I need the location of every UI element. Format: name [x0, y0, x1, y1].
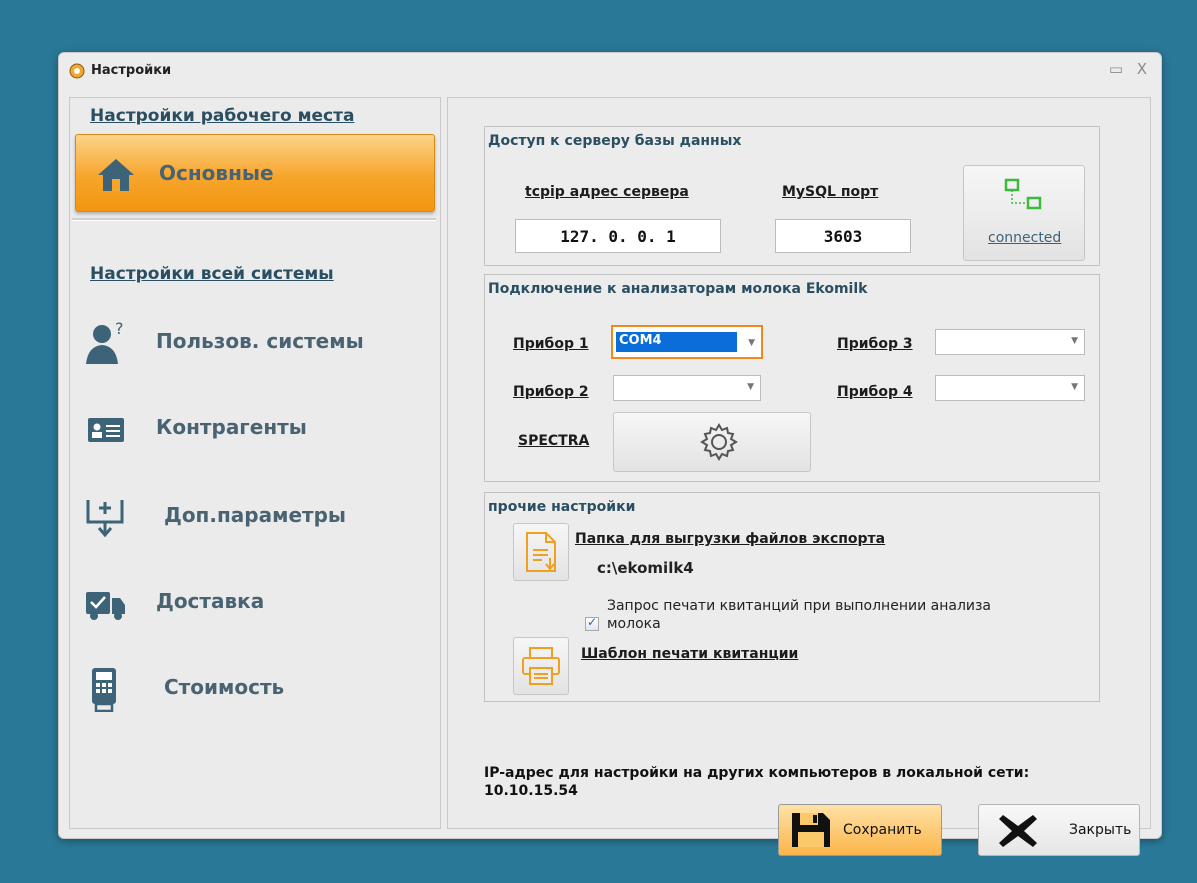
db-server-group-title: Доступ к серверу базы данных [488, 133, 742, 149]
close-x-icon [999, 815, 1037, 847]
sidebar-item-extra-params-label: Доп.параметры [164, 503, 347, 527]
print-template-button[interactable] [513, 637, 569, 695]
print-template-link[interactable]: Шаблон печати квитанции [581, 646, 798, 662]
gear-icon [700, 423, 738, 461]
device-3-select[interactable]: ▼ [935, 329, 1085, 355]
window-title: Настройки [91, 63, 172, 78]
connection-status-label: connected [988, 230, 1062, 246]
ip-address-field[interactable]: 127. 0. 0. 1 [515, 219, 721, 253]
export-folder-link[interactable]: Папка для выгрузки файлов экспорта [575, 531, 885, 547]
device-4-select[interactable]: ▼ [935, 375, 1085, 401]
mysql-port-label: MySQL порт [782, 184, 879, 200]
spectra-label: SPECTRA [518, 433, 590, 449]
floppy-disk-icon [792, 813, 830, 847]
settings-window: Настройки ▭ X Настройки рабочего места О… [58, 52, 1162, 856]
other-settings-group-title: прочие настройки [488, 499, 636, 515]
title-bar[interactable]: Настройки ▭ X [59, 53, 1161, 87]
device-2-select[interactable]: ▼ [613, 375, 761, 401]
device-3-label: Прибор 3 [837, 336, 913, 352]
connection-status-button[interactable]: connected [963, 165, 1085, 261]
sidebar-item-main-label: Основные [159, 161, 274, 185]
contact-card-icon [88, 418, 124, 442]
minimize-button[interactable]: ▭ [1109, 60, 1123, 78]
analyzers-group: Подключение к анализаторам молока Ekomil… [484, 274, 1100, 482]
sidebar: Настройки рабочего места Основные Настро… [69, 97, 441, 829]
home-icon [98, 159, 134, 191]
device-4-label: Прибор 4 [837, 384, 913, 400]
sidebar-item-users[interactable]: ? Пользов. системы [70, 312, 438, 372]
device-2-label: Прибор 2 [513, 384, 589, 400]
close-window-button[interactable]: X [1137, 60, 1147, 78]
printer-icon [522, 647, 560, 685]
db-server-group: Доступ к серверу базы данных tcpip адрес… [484, 126, 1100, 266]
analyzers-group-title: Подключение к анализаторам молока Ekomil… [488, 281, 868, 297]
svg-text:?: ? [115, 320, 124, 338]
checkmark-icon: ✓ [587, 615, 598, 629]
document-download-icon [526, 532, 556, 572]
save-button[interactable]: Сохранить [778, 804, 942, 856]
sidebar-item-delivery[interactable]: Доставка [70, 572, 438, 632]
chevron-down-icon: ▼ [1071, 336, 1078, 346]
chevron-down-icon: ▼ [748, 338, 755, 348]
local-ip-info: IP-адрес для настройки на других компьют… [484, 765, 1030, 799]
sidebar-item-cost[interactable]: Стоимость [70, 658, 438, 718]
sidebar-item-contractors[interactable]: Контрагенты [70, 398, 438, 458]
sidebar-item-cost-label: Стоимость [164, 675, 285, 699]
device-1-select[interactable]: COM4 ▼ [611, 325, 763, 359]
export-folder-path: c:\ekomilk4 [597, 559, 694, 577]
print-request-label: Запрос печати квитанций при выполнении а… [607, 598, 992, 632]
settings-gear-icon [69, 63, 85, 79]
mysql-port-field[interactable]: 3603 [775, 219, 911, 253]
other-settings-group: прочие настройки Папка для выгрузки файл… [484, 492, 1100, 702]
system-settings-link[interactable]: Настройки всей системы [90, 264, 334, 284]
workplace-settings-link[interactable]: Настройки рабочего места [90, 106, 354, 126]
sidebar-item-users-label: Пользов. системы [156, 329, 364, 353]
sidebar-item-delivery-label: Доставка [156, 589, 265, 613]
export-folder-button[interactable] [513, 523, 569, 581]
delivery-truck-icon [86, 592, 125, 620]
close-button[interactable]: Закрыть [978, 804, 1140, 856]
chevron-down-icon: ▼ [1071, 382, 1078, 392]
sidebar-divider [72, 218, 436, 221]
save-button-label: Сохранить [843, 822, 922, 838]
network-connected-icon [1004, 178, 1042, 210]
user-question-icon: ? [86, 320, 124, 364]
spectra-settings-button[interactable] [613, 412, 811, 472]
chevron-down-icon: ▼ [747, 382, 754, 392]
sidebar-item-contractors-label: Контрагенты [156, 415, 307, 439]
device-1-value: COM4 [616, 332, 737, 352]
ip-address-label: tcpip адрес сервера [525, 184, 689, 200]
add-download-icon [86, 500, 124, 538]
close-button-label: Закрыть [1069, 822, 1132, 838]
sidebar-item-extra-params[interactable]: Доп.параметры [70, 486, 438, 546]
main-panel: Доступ к серверу базы данных tcpip адрес… [447, 97, 1151, 856]
device-1-label: Прибор 1 [513, 336, 589, 352]
print-request-checkbox[interactable]: ✓ [585, 615, 599, 631]
sidebar-item-main[interactable]: Основные [75, 134, 435, 212]
payment-terminal-icon [92, 668, 116, 712]
